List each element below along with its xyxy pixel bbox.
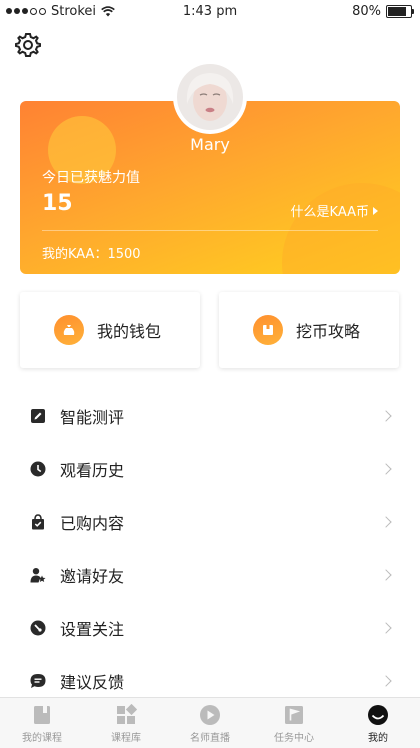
mining-guide-label: 挖币攻略 (296, 322, 361, 341)
charm-value: 15 (42, 191, 73, 216)
wallet-label: 我的钱包 (97, 322, 162, 341)
guide-box-icon (253, 315, 283, 345)
settings-dial-icon (30, 620, 46, 635)
shopping-bag-icon (32, 513, 44, 529)
chevron-right-icon (380, 621, 392, 634)
book-icon (34, 706, 50, 724)
play-icon (200, 705, 220, 725)
tab-course-library[interactable]: 课程库 (84, 698, 168, 748)
wallet-bag-icon (54, 315, 84, 345)
chevron-right-icon (380, 462, 392, 475)
menu-item-follow-settings[interactable]: 设置关注 (0, 601, 420, 654)
battery-icon (386, 5, 414, 18)
battery-percent: 80% (352, 4, 381, 19)
clock-icon (30, 461, 46, 476)
person-star-icon (30, 567, 46, 582)
flag-icon (285, 706, 303, 724)
tab-my-courses[interactable]: 我的课程 (0, 698, 84, 748)
wallet-tile[interactable]: 我的钱包 (20, 292, 200, 368)
menu-label: 设置关注 (60, 619, 125, 639)
menu-item-invite[interactable]: 邀请好友 (0, 548, 420, 601)
divider (42, 230, 378, 231)
profile-name: Mary (190, 135, 230, 154)
profile-face-icon (368, 705, 388, 725)
chevron-right-icon (380, 409, 392, 422)
avatar[interactable] (173, 60, 247, 134)
menu-label: 观看历史 (60, 460, 125, 480)
what-is-kaa-link[interactable]: 什么是KAA币 (291, 201, 378, 220)
what-is-kaa-label: 什么是KAA币 (290, 205, 369, 220)
gear-icon[interactable] (14, 31, 42, 59)
menu-label: 邀请好友 (60, 566, 125, 586)
kaa-balance: 我的KAA：1500 (42, 247, 141, 262)
menu-label: 建议反馈 (60, 672, 125, 692)
menu-list: 智能测评 观看历史 已购内容 邀请好友 设置关注 建议反馈 (0, 389, 420, 707)
tab-mine[interactable]: 我的 (336, 698, 420, 748)
tab-live[interactable]: 名师直播 (168, 698, 252, 748)
decor-circle (282, 183, 400, 274)
menu-label: 智能测评 (60, 407, 125, 427)
tab-task-center[interactable]: 任务中心 (252, 698, 336, 748)
tab-label: 任务中心 (274, 733, 314, 744)
mining-guide-tile[interactable]: 挖币攻略 (219, 292, 399, 368)
menu-item-history[interactable]: 观看历史 (0, 442, 420, 495)
grid-icon (117, 704, 137, 724)
tab-bar: 我的课程 课程库 名师直播 任务中心 我的 (0, 697, 420, 748)
caret-right-icon (373, 206, 378, 215)
chat-bubble-icon (30, 673, 46, 688)
chevron-right-icon (380, 674, 392, 687)
charm-label: 今日已获魅力值 (42, 170, 140, 186)
tab-label: 课程库 (111, 733, 141, 744)
menu-item-purchased[interactable]: 已购内容 (0, 495, 420, 548)
chevron-right-icon (380, 568, 392, 581)
avatar-image (177, 64, 243, 130)
menu-item-assessment[interactable]: 智能测评 (0, 389, 420, 442)
tab-label: 我的课程 (22, 733, 62, 744)
tab-label: 我的 (368, 733, 388, 744)
edit-icon (31, 408, 45, 423)
status-bar: Strokei 1:43 pm 80% (0, 0, 420, 24)
menu-label: 已购内容 (60, 513, 125, 533)
tab-label: 名师直播 (190, 733, 230, 744)
chevron-right-icon (380, 515, 392, 528)
